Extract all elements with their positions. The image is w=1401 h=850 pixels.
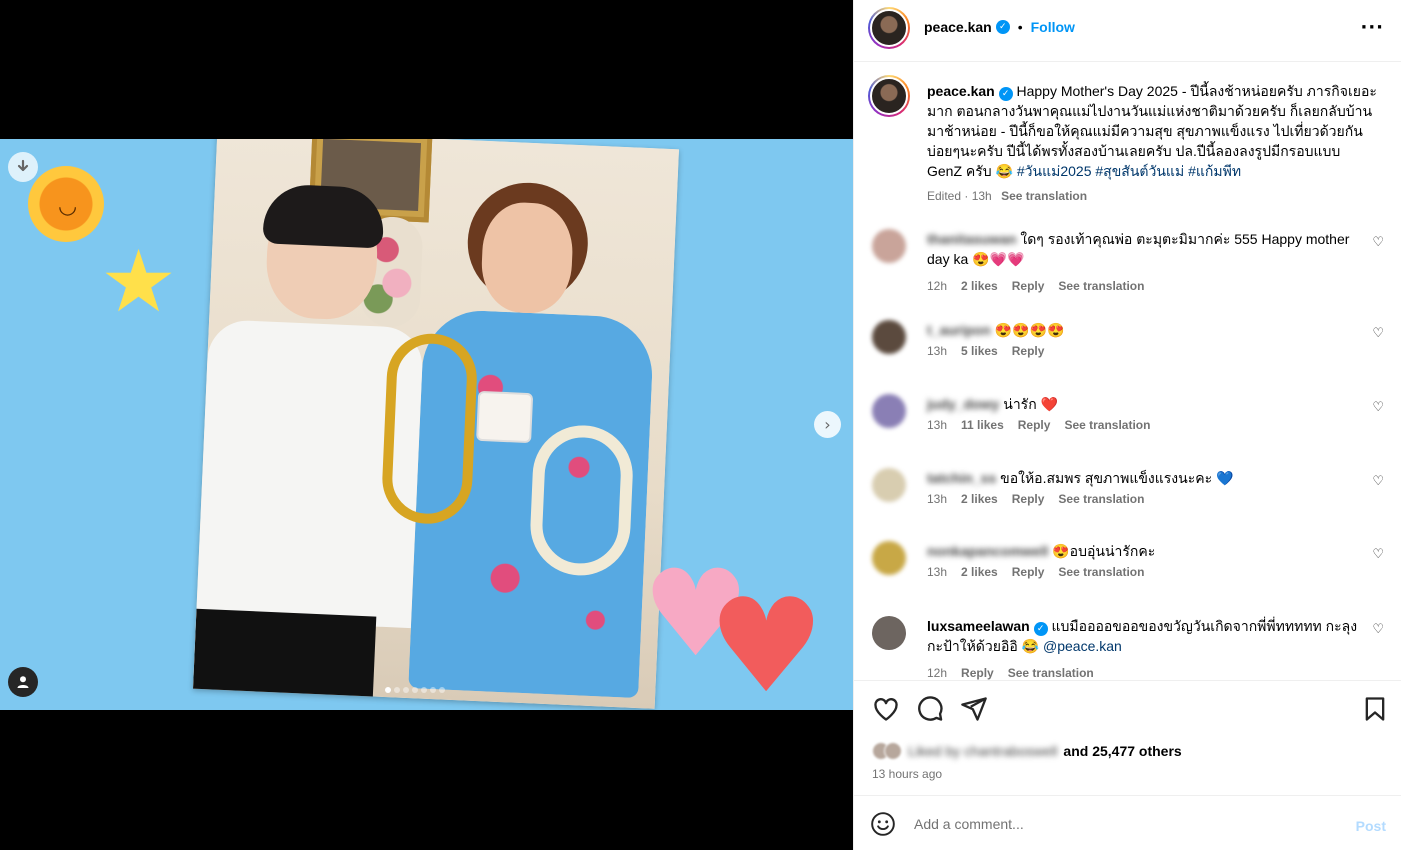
sun-face-icon: ◡ bbox=[58, 194, 78, 219]
author-avatar[interactable] bbox=[868, 7, 910, 49]
comment-text: น่ารัก ❤️ bbox=[1003, 396, 1058, 412]
follow-button[interactable]: Follow bbox=[1031, 19, 1075, 35]
comment-likes[interactable]: 2 likes bbox=[961, 565, 998, 579]
comment-like-heart-icon[interactable]: ♡ bbox=[1372, 622, 1384, 637]
commenter-avatar[interactable] bbox=[872, 468, 906, 502]
post-timestamp: 13 hours ago bbox=[872, 767, 943, 781]
commenter-username[interactable]: thanitasuwan bbox=[927, 231, 1016, 247]
comment-like-heart-icon[interactable]: ♡ bbox=[1372, 235, 1384, 250]
comment-see-translation[interactable]: See translation bbox=[1058, 279, 1144, 293]
comment-like-heart-icon[interactable]: ♡ bbox=[1372, 326, 1384, 341]
comment-time: 12h bbox=[927, 666, 948, 680]
carousel-dot bbox=[430, 687, 436, 693]
likes-summary[interactable]: Liked by chantraboswell and 25,477 other… bbox=[872, 742, 1182, 760]
commenter-username[interactable]: tatchin_ss bbox=[927, 470, 996, 486]
comment-reply-button[interactable]: Reply bbox=[1018, 418, 1051, 432]
commenter-username[interactable]: t_auripon bbox=[927, 322, 991, 338]
carousel-dot bbox=[394, 687, 400, 693]
comment-like-heart-icon[interactable]: ♡ bbox=[1372, 474, 1384, 489]
liked-by-user[interactable]: Liked by chantraboswell bbox=[908, 743, 1057, 759]
jasmine-garland bbox=[528, 423, 635, 578]
comment-see-translation[interactable]: See translation bbox=[1058, 565, 1144, 579]
comment-like-heart-icon[interactable]: ♡ bbox=[1372, 400, 1384, 415]
verified-badge-icon: ✓ bbox=[995, 20, 1010, 34]
comment-time: 13h bbox=[927, 492, 948, 506]
comment-likes[interactable]: 2 likes bbox=[961, 279, 998, 293]
post-media: ◡ ★ ♥ ♥ › bbox=[0, 0, 853, 850]
comment-see-translation[interactable]: See translation bbox=[1064, 418, 1150, 432]
post-actions: Liked by chantraboswell and 25,477 other… bbox=[854, 680, 1401, 795]
tagged-users-icon[interactable] bbox=[8, 667, 38, 697]
post-photo[interactable]: ◡ ★ ♥ ♥ bbox=[0, 139, 853, 710]
comments-scroll[interactable]: peace.kan ✓ Happy Mother's Day 2025 - ปี… bbox=[854, 63, 1401, 680]
comment-like-heart-icon[interactable]: ♡ bbox=[1372, 547, 1384, 562]
comment-time: 13h bbox=[927, 418, 948, 432]
photo-card bbox=[193, 139, 679, 709]
commenter-username[interactable]: judy_dowy bbox=[927, 396, 999, 412]
verified-badge-icon: ✓ bbox=[1033, 622, 1048, 636]
comment-likes[interactable]: 2 likes bbox=[961, 492, 998, 506]
comment-time: 12h bbox=[927, 279, 948, 293]
post-comment-button[interactable]: Post bbox=[1356, 818, 1386, 834]
caption-author-avatar[interactable] bbox=[868, 75, 910, 117]
commenter-username[interactable]: nonkapancomwell bbox=[927, 543, 1048, 559]
commenter-username[interactable]: luxsameelawan bbox=[927, 618, 1030, 634]
author-username[interactable]: peace.kan bbox=[924, 19, 992, 35]
commenter-avatar[interactable] bbox=[872, 320, 906, 354]
carousel-dot bbox=[385, 687, 391, 693]
carousel-next-button[interactable]: › bbox=[814, 411, 841, 438]
comment-reply-button[interactable]: Reply bbox=[1012, 492, 1045, 506]
comment-time: 13h bbox=[927, 565, 948, 579]
caption-see-translation[interactable]: See translation bbox=[1001, 189, 1087, 203]
caption-edited-time: Edited · 13h bbox=[927, 189, 992, 203]
jewelry-box bbox=[476, 390, 534, 444]
more-options-icon[interactable]: ··· bbox=[1360, 17, 1384, 38]
comment-reply-button[interactable]: Reply bbox=[1012, 344, 1045, 358]
comment-text: 😍😍😍😍 bbox=[994, 322, 1065, 338]
comment-reply-button[interactable]: Reply bbox=[1012, 279, 1045, 293]
comment-reply-button[interactable]: Reply bbox=[1012, 565, 1045, 579]
download-icon[interactable] bbox=[8, 152, 38, 182]
caption-username[interactable]: peace.kan bbox=[927, 83, 995, 99]
save-bookmark-icon[interactable] bbox=[1361, 695, 1389, 723]
separator-dot: • bbox=[1017, 19, 1023, 35]
like-heart-icon[interactable] bbox=[872, 695, 900, 723]
comment-reply-button[interactable]: Reply bbox=[961, 666, 994, 680]
caption-hashtags[interactable]: #วันแม่2025 #สุขสันต์วันแม่ #แก้มพีท bbox=[1017, 163, 1241, 179]
comment-likes[interactable]: 5 likes bbox=[961, 344, 998, 358]
comment-input[interactable] bbox=[914, 812, 1314, 836]
comment-time: 13h bbox=[927, 344, 948, 358]
comment-icon[interactable] bbox=[916, 695, 944, 723]
likes-count[interactable]: and 25,477 others bbox=[1063, 743, 1181, 759]
star-sticker: ★ bbox=[100, 232, 178, 332]
commenter-avatar[interactable] bbox=[872, 229, 906, 263]
comment-mention[interactable]: @peace.kan bbox=[1043, 638, 1122, 654]
red-heart-sticker: ♥ bbox=[708, 570, 825, 710]
verified-badge-icon: ✓ bbox=[998, 87, 1013, 101]
post-side-panel: peace.kan ✓ • Follow ··· peace.kan ✓ Hap… bbox=[853, 0, 1401, 850]
commenter-avatar[interactable] bbox=[872, 541, 906, 575]
comment-see-translation[interactable]: See translation bbox=[1008, 666, 1094, 680]
comment-see-translation[interactable]: See translation bbox=[1058, 492, 1144, 506]
carousel-dot bbox=[439, 687, 445, 693]
comment-text: ขอให้อ.สมพร สุขภาพแข็งแรงนะคะ 💙 bbox=[1000, 470, 1234, 486]
liker-avatars bbox=[872, 742, 902, 760]
post-header: peace.kan ✓ • Follow ··· bbox=[854, 0, 1401, 62]
carousel-dots bbox=[385, 687, 445, 693]
comment-text: 😍อบอุ่นน่ารักคะ bbox=[1052, 543, 1156, 559]
carousel-dot bbox=[412, 687, 418, 693]
commenter-avatar[interactable] bbox=[872, 394, 906, 428]
gold-necklace bbox=[380, 331, 479, 526]
commenter-avatar[interactable] bbox=[872, 616, 906, 650]
carousel-dot bbox=[421, 687, 427, 693]
emoji-icon[interactable] bbox=[870, 811, 896, 837]
share-send-icon[interactable] bbox=[960, 695, 988, 723]
carousel-dot bbox=[403, 687, 409, 693]
comment-likes[interactable]: 11 likes bbox=[961, 418, 1004, 432]
add-comment-bar: Post bbox=[854, 795, 1401, 850]
